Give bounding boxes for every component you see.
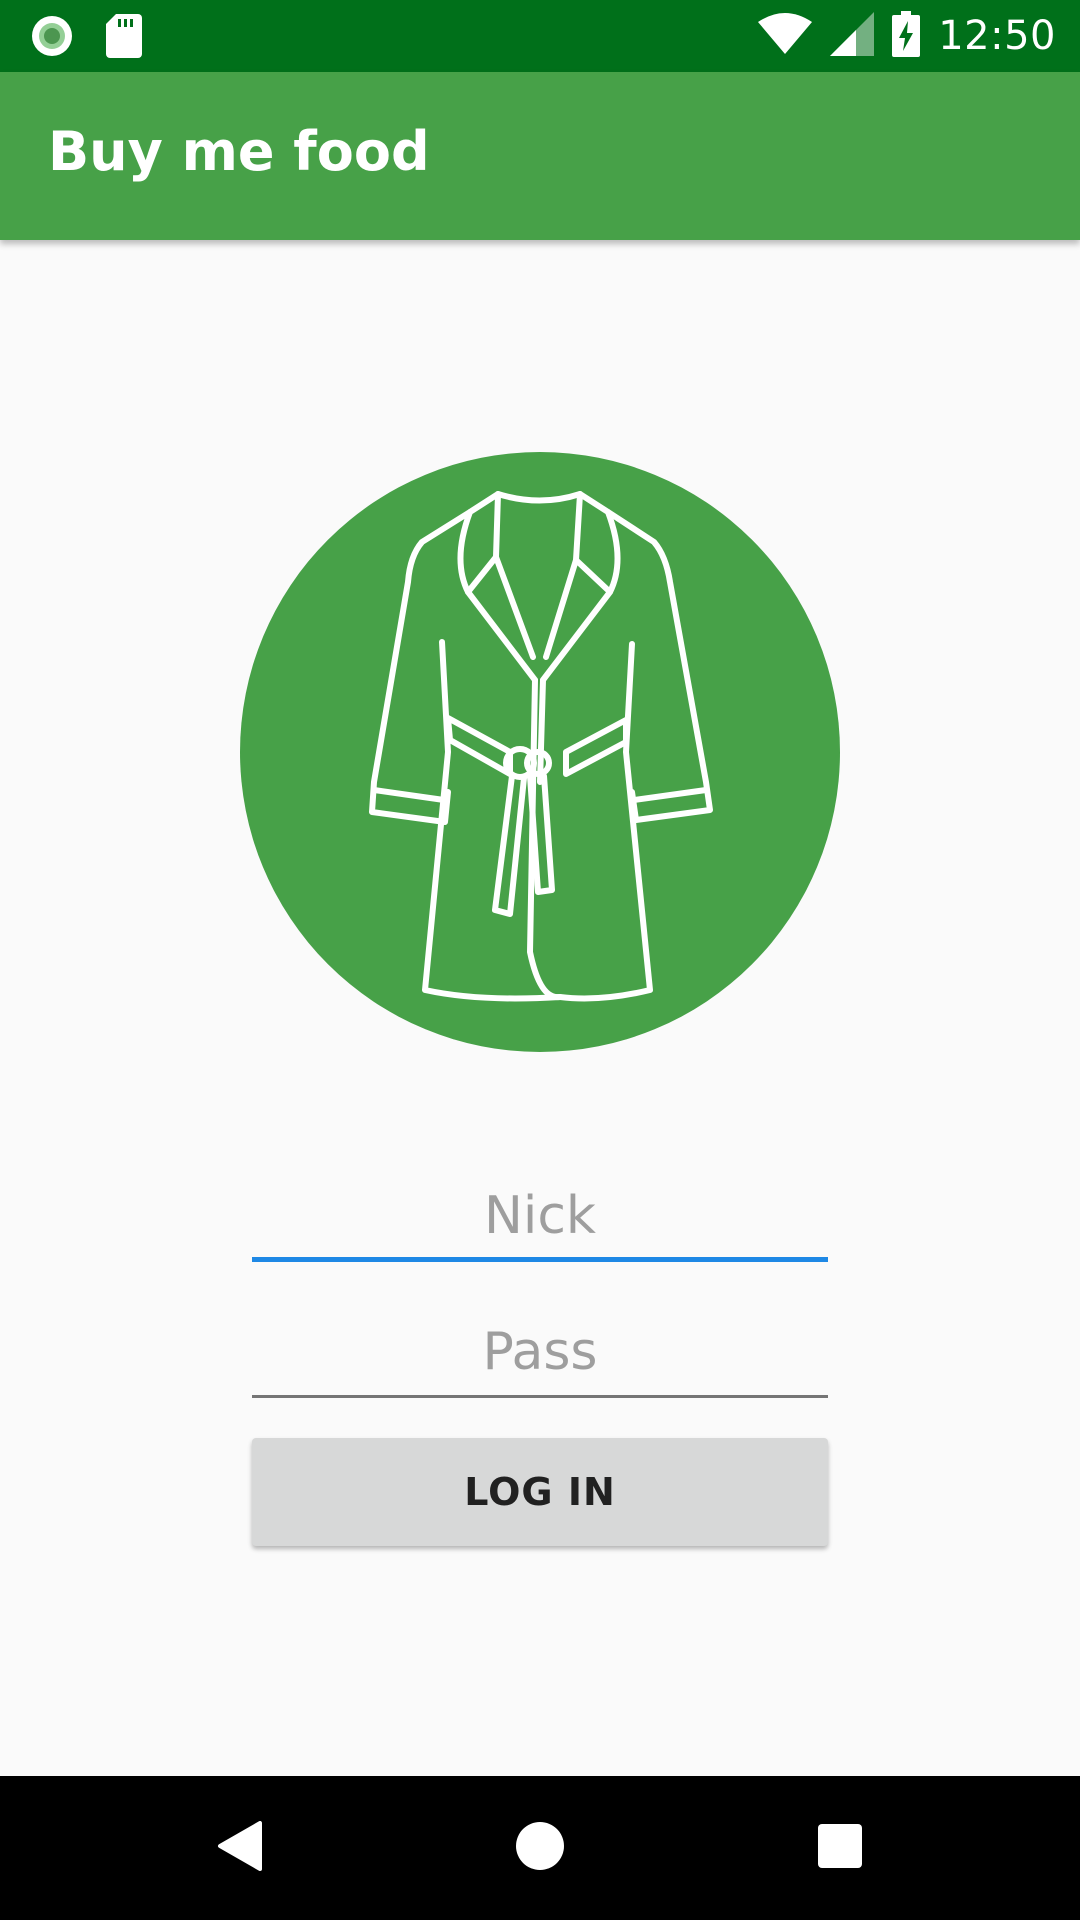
home-button[interactable] — [504, 1812, 576, 1884]
status-bar: 12:50 — [0, 0, 1080, 72]
pass-field[interactable] — [252, 1314, 828, 1398]
login-button-label: LOG IN — [464, 1470, 616, 1514]
record-icon — [30, 14, 74, 63]
sd-card-icon — [106, 14, 142, 63]
recents-button[interactable] — [804, 1812, 876, 1884]
cell-signal-icon — [830, 11, 875, 61]
battery-charging-icon — [892, 10, 921, 62]
login-screen: 12:50 Buy me food Nick LOG IN — [0, 0, 1080, 1920]
status-time: 12:50 — [938, 13, 1056, 59]
logo — [240, 452, 840, 1052]
bathrobe-icon — [240, 452, 840, 1052]
login-button[interactable]: LOG IN — [252, 1438, 828, 1546]
status-bar-left — [30, 14, 142, 63]
app-bar: Buy me food — [0, 72, 1080, 240]
back-icon — [216, 1820, 264, 1876]
home-icon — [515, 1821, 565, 1876]
nick-field[interactable] — [252, 1178, 828, 1262]
pass-underline — [252, 1395, 828, 1398]
navigation-bar — [0, 1776, 1080, 1920]
wifi-icon — [758, 12, 813, 61]
app-title: Buy me food — [48, 120, 430, 183]
status-bar-right: 12:50 — [758, 8, 1056, 64]
nick-underline — [252, 1257, 828, 1262]
back-button[interactable] — [204, 1812, 276, 1884]
nick-input[interactable] — [252, 1178, 828, 1254]
pass-input[interactable] — [252, 1314, 828, 1390]
recents-icon — [817, 1823, 863, 1874]
